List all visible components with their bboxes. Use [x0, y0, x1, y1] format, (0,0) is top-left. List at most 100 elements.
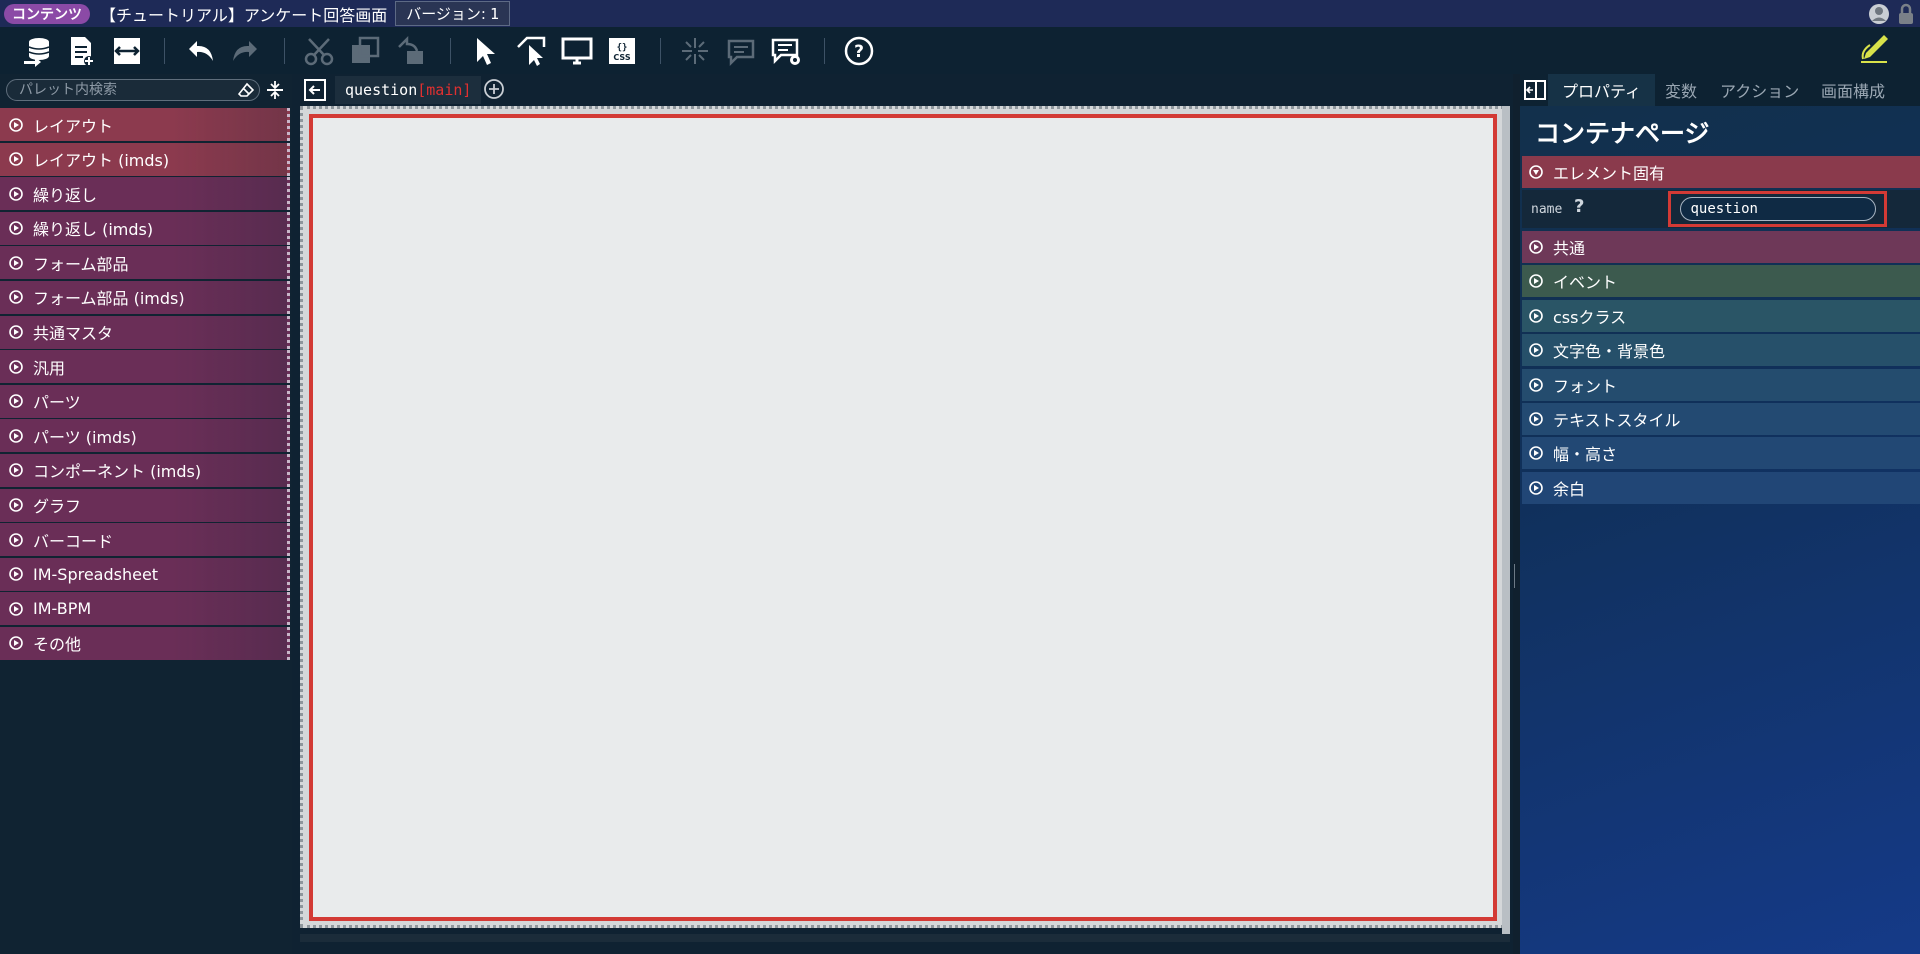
palette-item[interactable]: 汎用 — [0, 350, 290, 384]
property-section[interactable]: 幅・高さ — [1522, 437, 1920, 470]
property-section[interactable]: cssクラス — [1522, 299, 1920, 332]
comment-settings-icon[interactable] — [769, 34, 803, 68]
back-to-parent-icon[interactable] — [304, 79, 326, 101]
sparkle-icon[interactable] — [678, 34, 712, 68]
palette-item-label: バーコード — [33, 531, 114, 551]
panel-toggle-icon[interactable] — [1524, 80, 1546, 100]
page-swap-icon[interactable] — [110, 34, 144, 68]
collapsed-arrow-icon — [1529, 274, 1543, 289]
tab-variables[interactable]: 変数 — [1665, 74, 1697, 106]
palette-item-label: フォーム部品 (imds) — [33, 289, 185, 309]
palette-item[interactable]: その他 — [0, 626, 290, 660]
collapsed-arrow-icon — [1529, 412, 1543, 426]
property-section[interactable]: テキストスタイル — [1522, 403, 1920, 435]
palette-item[interactable]: 繰り返し (imds) — [0, 211, 290, 245]
cut-icon[interactable] — [302, 34, 336, 68]
screen-title: 【チュートリアル】アンケート回答画面 — [100, 5, 388, 25]
toolbar: {} CSS ? — [0, 27, 1920, 74]
palette-item[interactable]: 繰り返し — [0, 177, 290, 211]
collapsed-arrow-icon — [9, 117, 23, 132]
version-number: 1 — [489, 4, 499, 23]
palette-panel: レイアウトレイアウト (imds) 繰り返し繰り返し (imds) フォーム部品フォ… — [0, 74, 292, 954]
add-tab-icon[interactable] — [483, 78, 505, 100]
palette-item[interactable]: IM-Spreadsheet — [0, 557, 290, 591]
palette-item[interactable]: フォーム部品 (imds) — [0, 280, 290, 314]
panel-splitter[interactable] — [1513, 74, 1521, 954]
palette-item[interactable]: コンポーネント (imds) — [0, 453, 290, 487]
palette-item-label: コンポーネント (imds) — [33, 462, 202, 482]
property-section[interactable]: 共通 — [1522, 231, 1920, 263]
collapse-all-icon[interactable] — [266, 80, 284, 100]
title-bar: コンテンツ 【チュートリアル】アンケート回答画面 バージョン: 1 — [0, 0, 1920, 27]
palette-item[interactable]: パーツ — [0, 384, 290, 418]
collapsed-arrow-icon — [1529, 480, 1543, 495]
palette-item-label: パーツ — [33, 393, 81, 413]
section-label: 余白 — [1553, 479, 1586, 499]
palette-search-input[interactable] — [17, 81, 231, 99]
collapsed-arrow-icon — [1529, 377, 1543, 392]
redo-icon[interactable] — [228, 34, 262, 68]
palette-item[interactable]: 共通マスタ — [0, 315, 290, 349]
help-icon[interactable]: ? — [1574, 196, 1584, 217]
css-icon[interactable]: {} CSS — [605, 34, 639, 68]
collapsed-arrow-icon — [9, 463, 23, 478]
palette-item[interactable]: レイアウト — [0, 108, 290, 141]
new-sheet-icon[interactable] — [64, 34, 98, 68]
palette-item[interactable]: パーツ (imds) — [0, 419, 290, 453]
select-region-icon[interactable] — [514, 34, 548, 68]
collapsed-arrow-icon — [9, 152, 23, 166]
section-label: イベント — [1553, 273, 1618, 293]
undo-icon[interactable] — [184, 34, 218, 68]
tab-question-main[interactable]: question [main] — [335, 76, 482, 104]
properties-panel: プロパティ 変数 アクション 画面構成 コンテナページ エレメント固有 name… — [1520, 74, 1920, 954]
collapsed-arrow-icon — [9, 429, 23, 443]
palette-item[interactable]: レイアウト (imds) — [0, 142, 290, 176]
tab-screen-structure[interactable]: 画面構成 — [1821, 74, 1885, 106]
property-section[interactable]: 文字色・背景色 — [1522, 334, 1920, 367]
property-section[interactable]: フォント — [1522, 368, 1920, 401]
select-pointer-icon[interactable] — [468, 34, 502, 68]
palette-item[interactable]: フォーム部品 — [0, 246, 290, 280]
tab-name: question — [345, 81, 418, 99]
section-label: テキストスタイル — [1553, 411, 1681, 430]
name-input-highlight — [1668, 191, 1887, 227]
version-indicator[interactable]: バージョン: 1 — [395, 1, 510, 26]
property-section[interactable]: イベント — [1522, 265, 1920, 298]
paste-icon[interactable] — [394, 34, 428, 68]
palette-category-list: レイアウト レイアウト (imds) 繰り返し繰り返し (imds) フォーム部品フォ… — [0, 108, 290, 662]
property-section[interactable]: 余白 — [1522, 471, 1920, 504]
collapsed-arrow-icon — [9, 325, 23, 339]
svg-text:CSS: CSS — [613, 53, 630, 62]
tab-actions[interactable]: アクション — [1720, 74, 1799, 106]
collapsed-arrow-icon — [9, 359, 23, 374]
name-input[interactable] — [1679, 197, 1876, 221]
vertical-scrollbar[interactable] — [1502, 106, 1510, 934]
palette-item-label: IM-Spreadsheet — [33, 564, 159, 584]
palette-item-label: 繰り返し (imds) — [33, 220, 154, 240]
tab-properties[interactable]: プロパティ — [1548, 74, 1656, 106]
collapsed-arrow-icon — [9, 290, 23, 305]
preview-monitor-icon[interactable] — [560, 34, 594, 68]
eraser-icon[interactable] — [238, 82, 254, 98]
collapsed-arrow-icon — [9, 636, 23, 651]
palette-item[interactable]: IM-BPM — [0, 592, 290, 626]
palette-item[interactable]: バーコード — [0, 523, 290, 557]
container-page-canvas[interactable] — [309, 114, 1497, 921]
palette-item[interactable]: グラフ — [0, 488, 290, 522]
editor-tab-bar: question [main] — [300, 74, 1515, 106]
help-icon[interactable]: ? — [842, 34, 876, 68]
collapsed-arrow-icon — [9, 532, 23, 547]
lock-icon[interactable] — [1896, 3, 1916, 25]
section-element-specific[interactable]: エレメント固有 — [1522, 156, 1920, 188]
copy-icon[interactable] — [348, 34, 382, 68]
section-label: 共通 — [1553, 239, 1586, 258]
user-avatar-icon[interactable] — [1868, 3, 1890, 25]
palette-item-label: グラフ — [33, 497, 82, 517]
comment-icon[interactable] — [724, 34, 758, 68]
palette-item-label: 汎用 — [33, 358, 66, 378]
edit-pencil-icon[interactable] — [1858, 31, 1890, 65]
database-arrow-icon[interactable] — [20, 34, 54, 68]
palette-item-label: IM-BPM — [33, 599, 92, 619]
horizontal-scrollbar[interactable] — [300, 934, 1510, 942]
collapsed-arrow-icon — [1529, 343, 1543, 357]
